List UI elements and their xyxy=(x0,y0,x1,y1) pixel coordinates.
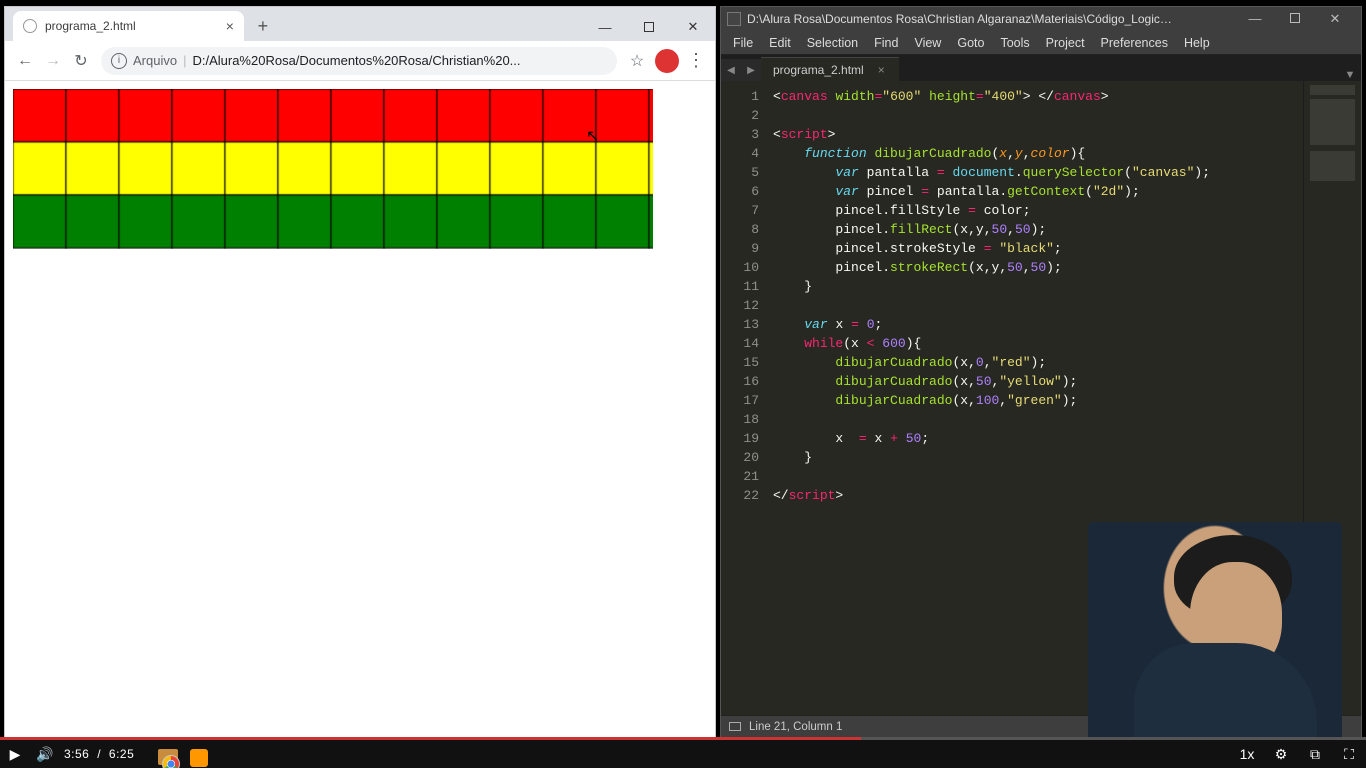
sublime-window-controls: — ✕ xyxy=(1235,11,1355,27)
back-button[interactable]: ← xyxy=(11,47,39,75)
taskbar-icons xyxy=(158,749,208,767)
close-tab-icon[interactable]: × xyxy=(226,18,234,34)
profile-avatar[interactable] xyxy=(655,49,679,73)
maximize-button[interactable] xyxy=(627,13,671,41)
time-display: 3:56 / 6:25 xyxy=(64,747,134,761)
menu-find[interactable]: Find xyxy=(866,36,906,50)
sublime-titlebar: D:\Alura Rosa\Documentos Rosa\Christian … xyxy=(721,7,1361,31)
page-favicon xyxy=(23,19,37,33)
sublime-title-path: D:\Alura Rosa\Documentos Rosa\Christian … xyxy=(747,12,1177,26)
bookmark-star-icon[interactable]: ☆ xyxy=(623,47,651,75)
menu-edit[interactable]: Edit xyxy=(761,36,799,50)
menu-preferences[interactable]: Preferences xyxy=(1093,36,1176,50)
pip-icon[interactable]: ⧉ xyxy=(1298,746,1332,763)
settings-gear-icon[interactable]: ⚙ xyxy=(1264,746,1298,763)
menu-view[interactable]: View xyxy=(906,36,949,50)
reload-button[interactable]: ↻ xyxy=(67,47,95,75)
speed-button[interactable]: 1x xyxy=(1230,746,1264,762)
forward-button[interactable]: → xyxy=(39,47,67,75)
video-player-bar: ▶ 🔊 3:56 / 6:25 1x ⚙ ⧉ ⛶ xyxy=(0,740,1366,768)
sublime-menubar: FileEditSelectionFindViewGotoToolsProjec… xyxy=(721,31,1361,55)
browser-tab[interactable]: programa_2.html × xyxy=(13,11,244,41)
chrome-tabstrip: programa_2.html × + — ✕ xyxy=(5,7,715,41)
page-viewport xyxy=(5,81,715,737)
play-button[interactable]: ▶ xyxy=(0,746,30,763)
new-tab-button[interactable]: + xyxy=(250,13,276,39)
tab-dropdown-icon[interactable]: ▼ xyxy=(1339,69,1361,81)
line-gutter: 12345678910111213141516171819202122 xyxy=(721,81,767,715)
panel-icon[interactable] xyxy=(729,722,741,731)
chrome-icon[interactable] xyxy=(162,755,180,768)
address-bar[interactable]: i Arquivo | D:/Alura%20Rosa/Documentos%2… xyxy=(101,47,617,75)
volume-icon[interactable]: 🔊 xyxy=(30,746,60,763)
menu-help[interactable]: Help xyxy=(1176,36,1218,50)
chrome-window-controls: — ✕ xyxy=(583,13,715,41)
fullscreen-icon[interactable]: ⛶ xyxy=(1332,746,1366,763)
minimize-button[interactable]: — xyxy=(583,13,627,41)
status-cursor-pos: Line 21, Column 1 xyxy=(749,721,842,733)
minimize-button[interactable]: — xyxy=(1235,11,1275,27)
close-tab-icon[interactable]: × xyxy=(878,63,885,77)
menu-project[interactable]: Project xyxy=(1038,36,1093,50)
editor-tab-label: programa_2.html xyxy=(773,63,864,77)
omnibox-url: D:/Alura%20Rosa/Documentos%20Rosa/Christ… xyxy=(192,53,520,68)
close-window-button[interactable]: ✕ xyxy=(671,13,715,41)
site-info-icon[interactable]: i xyxy=(111,53,127,69)
menu-file[interactable]: File xyxy=(725,36,761,50)
menu-selection[interactable]: Selection xyxy=(799,36,866,50)
chrome-window: programa_2.html × + — ✕ ← → ↻ i Arquivo … xyxy=(4,6,716,738)
rendered-canvas xyxy=(13,89,653,249)
omnibox-label: Arquivo xyxy=(133,53,177,68)
chrome-toolbar: ← → ↻ i Arquivo | D:/Alura%20Rosa/Docume… xyxy=(5,41,715,81)
close-window-button[interactable]: ✕ xyxy=(1315,11,1355,27)
sublime-tabstrip: ◀ ▶ programa_2.html × ▼ xyxy=(721,55,1361,81)
maximize-button[interactable] xyxy=(1275,11,1315,27)
sublime-app-icon xyxy=(727,12,741,26)
tab-nav-back-icon[interactable]: ◀ xyxy=(721,59,741,81)
tab-title: programa_2.html xyxy=(45,19,136,33)
sublime-icon[interactable] xyxy=(190,749,208,767)
webcam-overlay xyxy=(1088,522,1342,742)
chrome-more-icon[interactable]: ⋮ xyxy=(683,50,709,71)
progress-bar[interactable] xyxy=(0,737,1366,740)
menu-goto[interactable]: Goto xyxy=(949,36,992,50)
menu-tools[interactable]: Tools xyxy=(992,36,1037,50)
editor-tab[interactable]: programa_2.html × xyxy=(761,57,899,81)
tab-nav-fwd-icon[interactable]: ▶ xyxy=(741,59,761,81)
